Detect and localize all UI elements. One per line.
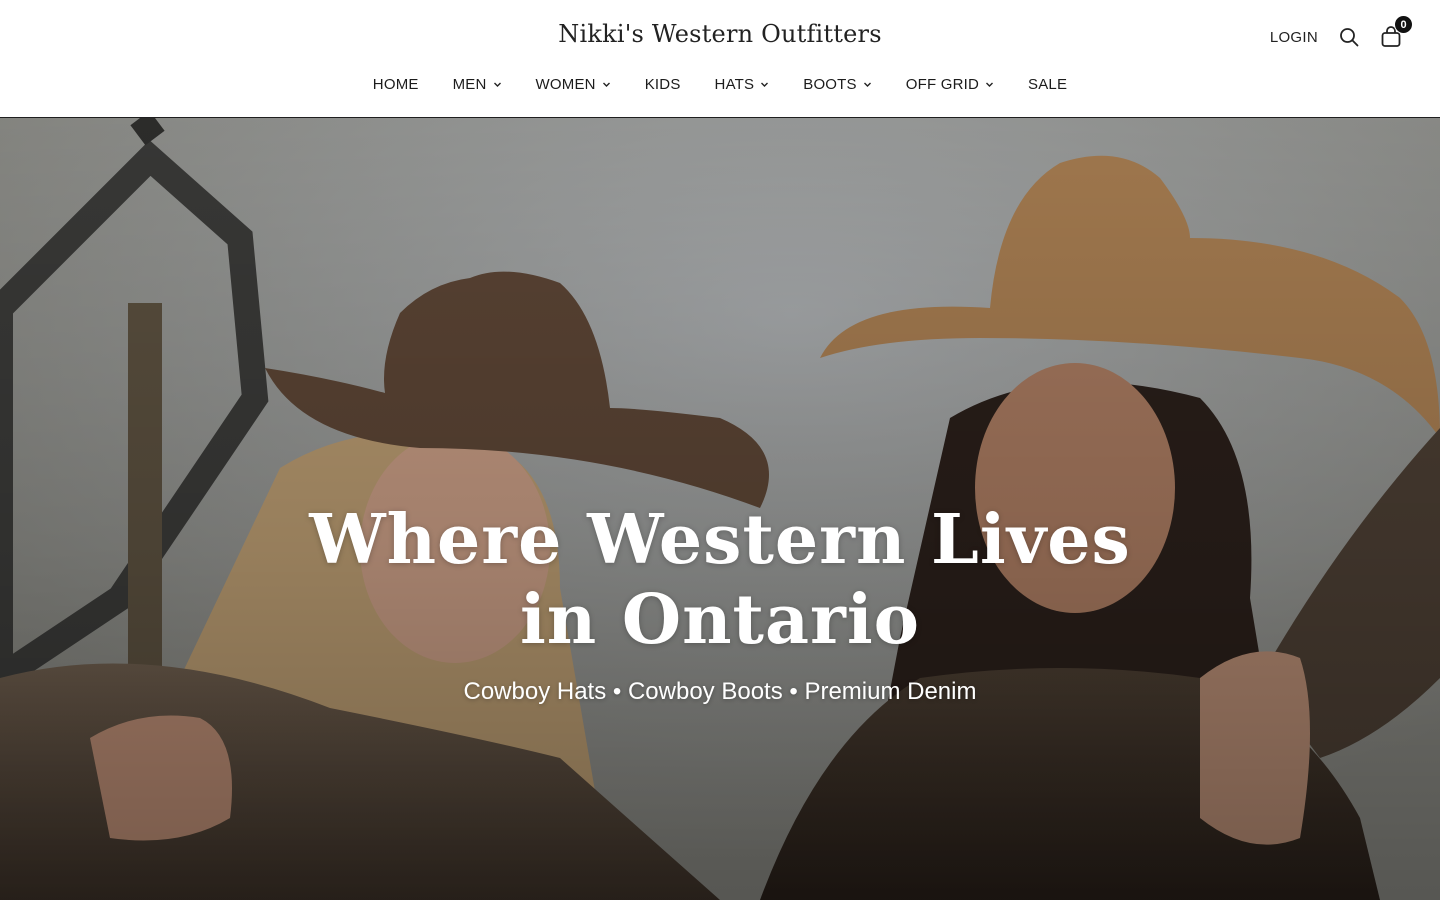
nav-item-label: WOMEN xyxy=(535,76,596,93)
nav-item-off-grid[interactable]: OFF GRID xyxy=(889,74,1011,95)
brand-logo[interactable]: Nikki's Western Outfitters xyxy=(0,20,1440,48)
nav-item-men[interactable]: MEN xyxy=(436,74,519,95)
nav-item-hats[interactable]: HATS xyxy=(698,74,787,95)
nav-item-women[interactable]: WOMEN xyxy=(519,74,628,95)
hero-title: Where Western Lives in Ontario xyxy=(309,500,1131,660)
chevron-down-icon xyxy=(760,80,769,89)
cart-button[interactable]: 0 xyxy=(1380,15,1413,48)
hero-banner[interactable]: Where Western Lives in Ontario Cowboy Ha… xyxy=(0,118,1440,900)
header-utilities: LOGIN 0 xyxy=(1270,15,1413,52)
nav-item-label: KIDS xyxy=(644,76,681,93)
nav-item-label: SALE xyxy=(1028,76,1068,93)
nav-item-boots[interactable]: BOOTS xyxy=(786,74,889,95)
nav-item-label: HATS xyxy=(714,76,755,93)
nav-item-label: HOME xyxy=(372,76,419,93)
chevron-down-icon xyxy=(493,80,502,89)
hero-subtitle: Cowboy Hats • Cowboy Boots • Premium Den… xyxy=(463,678,977,705)
nav-item-kids[interactable]: KIDS xyxy=(628,74,698,95)
chevron-down-icon xyxy=(985,80,994,89)
main-navigation: HOME MEN WOMEN KIDS HATS BOOTS OFF GRID … xyxy=(0,74,1440,95)
site-header: Nikki's Western Outfitters LOGIN 0 HOME … xyxy=(0,0,1440,118)
nav-item-label: MEN xyxy=(452,76,487,93)
nav-item-home[interactable]: HOME xyxy=(356,74,436,95)
nav-item-label: OFF GRID xyxy=(905,76,980,93)
search-icon[interactable] xyxy=(1338,26,1360,48)
login-link[interactable]: LOGIN xyxy=(1270,29,1318,46)
chevron-down-icon xyxy=(602,80,611,89)
nav-item-sale[interactable]: SALE xyxy=(1011,74,1084,95)
nav-item-label: BOOTS xyxy=(803,76,857,93)
cart-count-badge: 0 xyxy=(1394,15,1413,34)
chevron-down-icon xyxy=(863,80,872,89)
